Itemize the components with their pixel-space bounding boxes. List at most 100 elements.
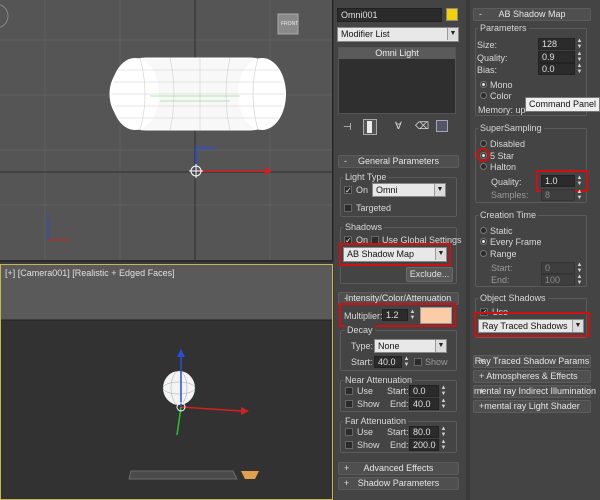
quality-spinner[interactable]: ▲ ▼ [576,51,583,63]
expand-plus-icon: + [479,371,485,381]
far-attenuation-label: Far Attenuation [343,416,409,426]
size-spinner[interactable]: ▲ ▼ [576,38,583,50]
near-end-input[interactable]: 40.0 [409,398,439,410]
near-start-input[interactable]: 0.0 [409,385,439,397]
quality-label: Quality: [477,53,508,63]
far-start-label: Start: [387,427,409,437]
front-viewport[interactable]: FRONT [0,0,333,262]
parameters-group-label: Parameters [478,23,529,33]
every-frame-radio[interactable] [480,238,487,245]
shadow-parameters-rollout[interactable]: + Shadow Parameters [338,477,459,490]
shadows-group-label: Shadows [343,222,385,232]
decay-type-dropdown[interactable]: None ▼ [374,339,447,353]
near-end-label: End: [390,399,409,409]
advanced-effects-title: Advanced Effects [363,463,434,473]
highlight-multiplier [339,303,456,327]
view-cube-label[interactable]: FRONT [281,21,298,27]
decay-show-label: Show [425,357,448,367]
highlight-five-star [476,148,490,162]
samples-label: Samples: [491,190,529,200]
supersampling-group-label: SuperSampling [478,123,544,133]
light-type-dropdown[interactable]: Omni ▼ [372,183,446,197]
near-use-checkbox[interactable] [345,387,353,395]
far-show-label: Show [357,440,380,450]
decay-start-input[interactable]: 40.0 [374,356,402,368]
range-start-input[interactable]: 0 [541,262,575,274]
far-start-input[interactable]: 80.0 [409,426,439,438]
range-label: Range [490,249,517,259]
mental-ray-light-shader-rollout[interactable]: + mental ray Light Shader [473,400,591,413]
disabled-radio[interactable] [480,140,487,147]
mono-label: Mono [490,80,513,90]
near-use-label: Use [357,386,374,396]
collapse-minus-icon: - [479,9,482,19]
modifier-list-dropdown[interactable]: Modifier List ▼ [337,27,459,42]
near-show-checkbox[interactable] [345,400,353,408]
ray-traced-shadow-params-rollout[interactable]: + Ray Traced Shadow Params [473,355,591,368]
expand-plus-icon: + [479,386,485,396]
stack-item-omni-light[interactable]: Omni Light [339,48,455,59]
light-sphere-wireframe [109,57,286,131]
targeted-label: Targeted [356,203,392,213]
object-color-swatch[interactable] [446,8,458,21]
bias-input[interactable]: 0.0 [538,63,575,75]
quality-input[interactable]: 0.9 [538,51,575,63]
near-start-spinner[interactable]: ▲ ▼ [440,385,447,397]
range-end-spinner[interactable]: ▲ ▼ [576,274,583,286]
range-end-input[interactable]: 100 [541,274,575,286]
memory-label: Memory: up [478,105,526,115]
near-end-spinner[interactable]: ▲ ▼ [440,398,447,410]
size-label: Size: [477,40,498,50]
color-radio[interactable] [480,92,487,99]
mono-radio[interactable] [480,81,487,88]
expand-plus-icon: + [479,356,485,366]
modifier-stack-list[interactable]: Omni Light [338,47,456,114]
make-unique-icon[interactable]: ∀ [395,121,402,132]
command-panel-tooltip: Command Panel [525,97,600,112]
ss-quality-label: Quality: [491,177,522,187]
expand-plus-icon: + [344,478,350,488]
samples-spinner[interactable]: ▲ ▼ [576,189,583,201]
mental-ray-indirect-illumination-rollout[interactable]: + mental ray Indirect Illumination [473,385,596,398]
rollout-title: Ray Traced Shadow Params [474,356,590,366]
camera-viewport-label[interactable]: [+] [Camera001] [Realistic + Edged Faces… [5,268,175,278]
general-parameters-rollout[interactable]: - General Parameters [338,155,459,168]
pin-stack-icon[interactable]: ⊣ [343,122,352,133]
range-start-label: Start: [491,263,513,273]
advanced-effects-rollout[interactable]: + Advanced Effects [338,462,459,475]
bias-label: Bias: [477,65,498,75]
light-on-checkbox[interactable]: ✓ [344,186,352,195]
range-start-spinner[interactable]: ▲ ▼ [576,262,583,274]
far-show-checkbox[interactable] [345,441,353,449]
targeted-checkbox[interactable] [344,204,352,212]
remove-modifier-icon[interactable]: ⌫ [415,121,429,132]
samples-input[interactable]: 8 [541,189,575,201]
ab-shadow-map-rollout[interactable]: - AB Shadow Map [473,8,591,21]
decay-start-spinner[interactable]: ▲ ▼ [403,356,410,368]
size-input[interactable]: 128 [538,38,575,50]
configure-modifier-sets-icon[interactable] [436,120,448,132]
creation-time-group-label: Creation Time [478,210,539,220]
rollout-title: mental ray Light Shader [484,401,580,411]
chevron-down-icon: ▼ [447,28,458,40]
range-radio[interactable] [480,250,487,257]
light-on-label: On [356,185,369,195]
halton-radio[interactable] [480,163,487,170]
bias-spinner[interactable]: ▲ ▼ [576,63,583,75]
highlight-object-shadow-type [474,312,590,337]
camera-viewport-canvas [1,265,332,499]
object-name-input[interactable]: Omni001 [337,8,442,22]
chevron-down-icon: ▼ [435,340,446,352]
atmospheres-effects-rollout[interactable]: + Atmospheres & Effects [473,370,591,383]
camera-viewport[interactable]: [+] [Camera001] [Realistic + Edged Faces… [0,264,333,500]
static-radio[interactable] [480,227,487,234]
disabled-label: Disabled [490,139,526,149]
far-use-checkbox[interactable] [345,428,353,436]
decay-show-checkbox[interactable] [414,358,422,366]
far-end-input[interactable]: 200.0 [409,439,439,451]
light-type-group-label: Light Type [343,172,389,182]
static-label: Static [490,226,513,236]
far-start-spinner[interactable]: ▲ ▼ [440,426,447,438]
exclude-button[interactable]: Exclude... [406,267,453,282]
far-end-spinner[interactable]: ▲ ▼ [440,439,447,451]
